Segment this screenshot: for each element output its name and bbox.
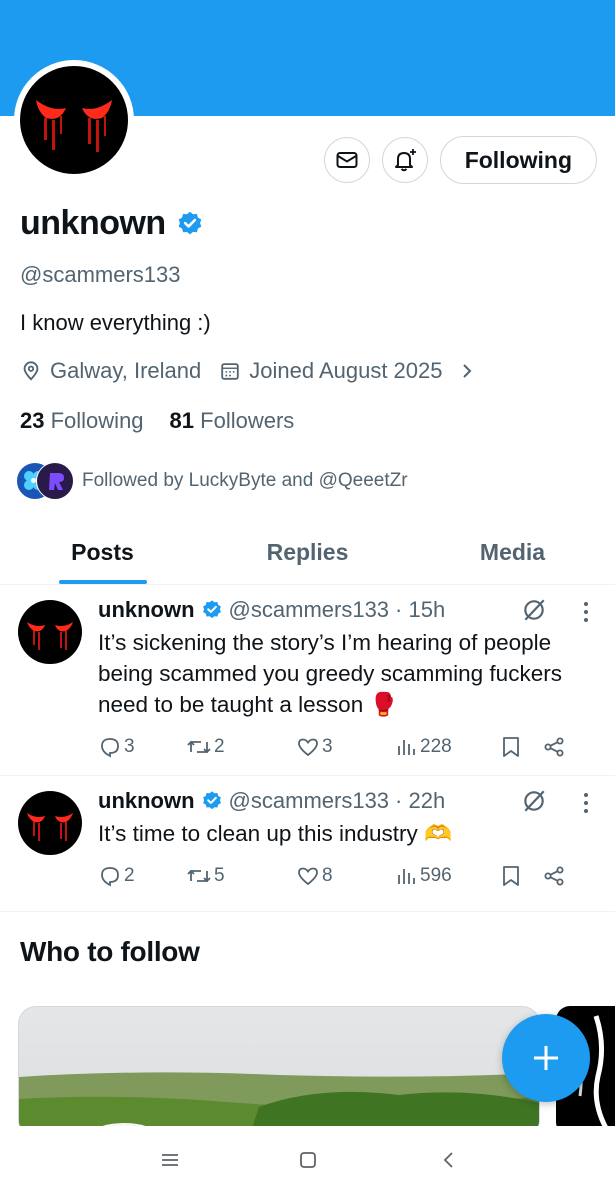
location-item: Galway, Ireland xyxy=(20,358,201,384)
repost-button[interactable]: 2 xyxy=(186,735,296,759)
tab-replies[interactable]: Replies xyxy=(205,520,410,584)
reply-button[interactable]: 3 xyxy=(98,735,186,759)
compose-post-button[interactable] xyxy=(502,1014,590,1102)
more-options-icon[interactable] xyxy=(583,601,589,623)
reply-button[interactable]: 2 xyxy=(98,864,186,888)
mail-icon xyxy=(336,152,358,168)
verified-badge-icon xyxy=(178,211,202,234)
post-author-handle[interactable]: @scammers133 xyxy=(229,597,390,623)
heart-icon xyxy=(298,867,318,886)
heart-icon xyxy=(298,738,318,757)
followed-by-text: Followed by LuckyByte and @QeeetZr xyxy=(82,470,408,491)
plus-icon xyxy=(534,1046,558,1070)
like-count: 3 xyxy=(322,736,333,757)
repost-count: 5 xyxy=(214,865,225,886)
post-timestamp[interactable]: · 15h xyxy=(395,597,445,623)
mutual-avatar xyxy=(36,462,74,500)
post-header: unknown @scammers133 · 22h xyxy=(98,788,445,814)
grok-icon[interactable] xyxy=(521,788,547,814)
tab-label: Replies xyxy=(266,538,349,565)
following-button[interactable]: Following xyxy=(439,136,597,184)
like-button[interactable]: 8 xyxy=(296,864,396,888)
repost-count: 2 xyxy=(214,736,225,757)
views-count: 228 xyxy=(420,736,452,757)
system-navigation-bar xyxy=(0,1126,615,1200)
reply-count: 3 xyxy=(124,736,135,757)
profile-actions: Following xyxy=(323,136,597,184)
profile-tabs: Posts Replies Media xyxy=(0,520,615,585)
post-avatar[interactable] xyxy=(18,600,82,664)
chevron-right-icon xyxy=(462,364,471,378)
who-to-follow-heading: Who to follow xyxy=(20,936,200,967)
followers-count: 81 xyxy=(169,408,195,433)
post-item[interactable]: unknown @scammers133 · 22h It’s time to … xyxy=(0,776,615,912)
views-icon xyxy=(398,869,415,884)
reply-count: 2 xyxy=(124,865,135,886)
reply-icon xyxy=(101,738,119,758)
tab-posts[interactable]: Posts xyxy=(0,520,205,584)
back-icon[interactable] xyxy=(439,1150,459,1170)
post-author-handle[interactable]: @scammers133 xyxy=(229,788,390,814)
post-text: It’s time to clean up this industry 🫶 xyxy=(98,821,453,846)
views-button[interactable]: 596 xyxy=(396,865,500,887)
message-button[interactable] xyxy=(323,137,370,183)
repost-button[interactable]: 5 xyxy=(186,864,296,888)
tab-label: Media xyxy=(479,538,546,565)
tab-label: Posts xyxy=(71,538,134,565)
like-count: 8 xyxy=(322,865,333,886)
like-button[interactable]: 3 xyxy=(296,735,396,759)
verified-badge-icon xyxy=(202,600,221,619)
reply-icon xyxy=(101,867,119,887)
share-icon[interactable] xyxy=(542,864,566,888)
suggestion-card[interactable] xyxy=(18,1006,540,1138)
followers-label: Followers xyxy=(200,408,295,433)
location-pin-icon xyxy=(23,361,39,381)
home-icon[interactable] xyxy=(298,1150,318,1170)
bookmark-icon[interactable] xyxy=(500,864,522,888)
landscape-image xyxy=(19,1072,539,1137)
joined-text: Joined August 2025 xyxy=(249,358,443,383)
verified-badge-icon xyxy=(202,791,221,810)
calendar-icon xyxy=(221,363,239,380)
grok-icon[interactable] xyxy=(521,597,547,623)
post-item[interactable]: unknown @scammers133 · 15h It’s sickenin… xyxy=(0,585,615,776)
location-text: Galway, Ireland xyxy=(50,358,202,383)
profile-meta: Galway, Ireland Joined August 2025 xyxy=(20,358,495,384)
profile-handle: @scammers133 xyxy=(20,262,181,287)
tab-media[interactable]: Media xyxy=(410,520,615,584)
post-author-name[interactable]: unknown xyxy=(98,788,195,814)
followers-count-link[interactable]: 81 Followers xyxy=(170,408,295,434)
more-options-icon[interactable] xyxy=(583,792,589,814)
post-author-name[interactable]: unknown xyxy=(98,597,195,623)
mutual-avatars xyxy=(16,462,74,500)
recent-apps-icon[interactable] xyxy=(160,1150,180,1170)
profile-name-row: unknown xyxy=(20,204,204,243)
post-text: It’s sickening the story’s I’m hearing o… xyxy=(98,630,562,717)
bell-plus-icon xyxy=(394,149,416,172)
joined-item[interactable]: Joined August 2025 xyxy=(219,358,476,384)
following-count-link[interactable]: 23 Following xyxy=(20,408,144,434)
repost-icon xyxy=(187,740,211,754)
post-actions: 2 5 8 596 xyxy=(98,864,587,888)
post-timestamp[interactable]: · 22h xyxy=(395,788,445,814)
active-tab-indicator xyxy=(58,580,147,584)
profile-bio: I know everything :) xyxy=(20,310,211,335)
views-button[interactable]: 228 xyxy=(396,736,500,758)
followed-by-row[interactable]: Followed by LuckyByte and @QeeetZr xyxy=(16,462,408,500)
following-count: 23 xyxy=(20,408,45,433)
following-label: Following xyxy=(50,408,144,433)
notify-button[interactable] xyxy=(381,137,428,183)
follow-counts: 23 Following 81 Followers xyxy=(20,408,294,434)
views-count: 596 xyxy=(420,865,452,886)
post-avatar[interactable] xyxy=(18,791,82,855)
post-actions: 3 2 3 228 xyxy=(98,735,587,759)
profile-name: unknown xyxy=(20,204,166,242)
repost-icon xyxy=(187,869,211,883)
post-header: unknown @scammers133 · 15h xyxy=(98,597,445,623)
share-icon[interactable] xyxy=(542,735,566,759)
profile-avatar[interactable] xyxy=(14,60,134,180)
views-icon xyxy=(398,740,415,755)
bookmark-icon[interactable] xyxy=(500,735,522,759)
